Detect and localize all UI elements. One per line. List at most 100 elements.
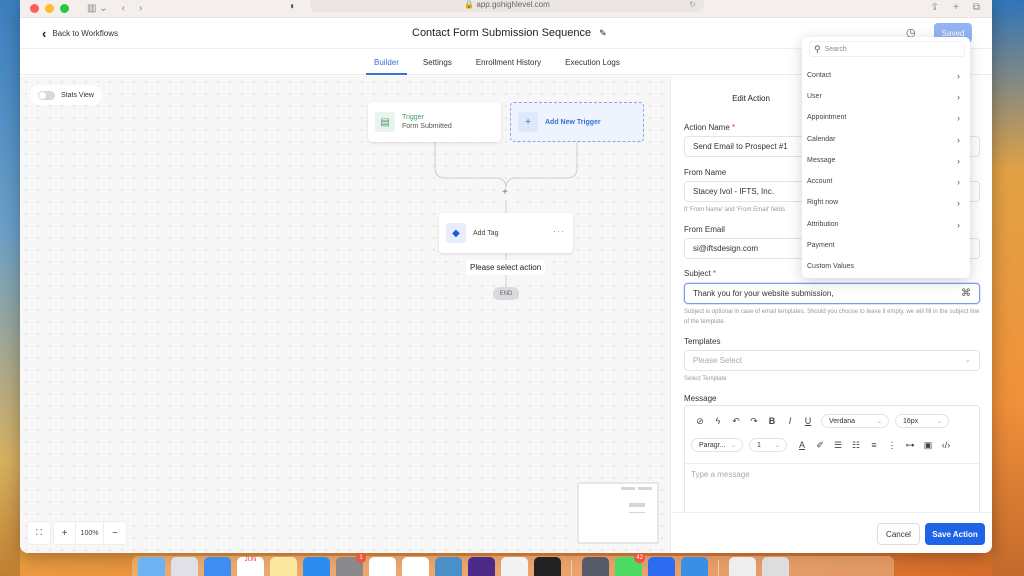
code-icon[interactable]: ‹/› xyxy=(937,440,955,450)
back-label: Back to Workflows xyxy=(52,28,118,38)
search-icon: ⚲ xyxy=(814,43,821,54)
activity-monitor-icon[interactable] xyxy=(534,557,561,576)
undo-icon[interactable]: ↶ xyxy=(727,416,745,427)
app-store-icon[interactable] xyxy=(303,557,330,576)
align-icon[interactable]: ≡ xyxy=(865,440,883,450)
menu-item-appointment[interactable]: Appointment › xyxy=(802,107,970,128)
search-placeholder: Search xyxy=(824,45,847,53)
menu-item-user[interactable]: User › xyxy=(802,86,970,107)
back-to-workflows-link[interactable]: ‹ Back to Workflows xyxy=(42,26,118,41)
close-window-button[interactable] xyxy=(30,4,39,13)
document-icon[interactable] xyxy=(729,557,756,576)
cancel-button[interactable]: Cancel xyxy=(877,523,920,545)
chevron-left-icon: ‹ xyxy=(42,25,47,41)
minimap-node xyxy=(629,503,645,507)
menu-item-custom-values[interactable]: Custom Values xyxy=(802,256,970,277)
templates-placeholder: Please Select xyxy=(693,356,742,365)
minimize-window-button[interactable] xyxy=(45,4,54,13)
menu-item-payment[interactable]: Payment xyxy=(802,235,970,256)
finder-icon[interactable] xyxy=(138,557,165,576)
underline-icon[interactable]: U xyxy=(799,416,817,426)
camera-app-icon[interactable] xyxy=(582,557,609,576)
bold-icon[interactable]: B xyxy=(763,416,781,426)
line-height-select[interactable]: 1 ⌄ xyxy=(749,438,787,452)
tab-settings[interactable]: Settings xyxy=(415,58,460,74)
maximize-window-button[interactable] xyxy=(60,4,69,13)
bullet-list-icon[interactable]: ☰ xyxy=(829,440,847,451)
tab-enrollment-history[interactable]: Enrollment History xyxy=(468,58,549,74)
calendar-icon[interactable]: JUN xyxy=(237,557,264,576)
forward-arrow-icon[interactable]: › xyxy=(139,3,142,14)
minimap-node xyxy=(638,487,652,490)
message-label: Message xyxy=(684,394,717,403)
more-options-icon[interactable]: ··· xyxy=(553,226,565,236)
trigger-node[interactable]: ▤ Trigger Form Submitted xyxy=(368,102,501,142)
back-arrow-icon[interactable]: ‹ xyxy=(122,3,125,14)
custom-value-tag-icon[interactable]: ⌘ xyxy=(961,288,971,299)
save-action-button[interactable]: Save Action xyxy=(925,523,985,545)
menu-item-contact[interactable]: Contact › xyxy=(802,65,970,86)
firefox-icon[interactable] xyxy=(468,557,495,576)
numbered-list-icon[interactable]: ☷ xyxy=(847,440,865,451)
message-body-input[interactable]: Type a message xyxy=(685,463,979,485)
add-step-plus-icon[interactable]: + xyxy=(502,187,508,198)
minimap[interactable] xyxy=(577,482,659,544)
zoom-icon[interactable] xyxy=(648,557,675,576)
italic-icon[interactable]: I xyxy=(781,416,799,426)
connector-trigger xyxy=(434,142,507,189)
custom-values-menu: ⚲ Search Contact › User › Appointment › Cal… xyxy=(802,37,970,278)
menu-item-attribution[interactable]: Attribution › xyxy=(802,214,970,235)
new-tab-icon[interactable]: + xyxy=(953,2,959,13)
font-family-select[interactable]: Verdana ⌄ xyxy=(821,414,889,428)
templates-hint: Select Template xyxy=(684,376,727,382)
menu-item-right-now[interactable]: Right now › xyxy=(802,192,970,213)
templates-select[interactable]: Please Select ⌄ xyxy=(684,350,980,371)
paragraph-select[interactable]: Paragr... ⌄ xyxy=(691,438,743,452)
zoom-in-button[interactable]: + xyxy=(54,522,76,544)
font-size-select[interactable]: 16px ⌄ xyxy=(895,414,949,428)
reload-icon[interactable]: ↻ xyxy=(689,0,696,9)
menu-item-message[interactable]: Message › xyxy=(802,150,970,171)
menu-item-calendar[interactable]: Calendar › xyxy=(802,129,970,150)
zoom-out-button[interactable]: − xyxy=(104,522,126,544)
excel-icon[interactable] xyxy=(402,557,429,576)
tag-icon[interactable]: ⊘ xyxy=(691,416,709,427)
menu-search-input[interactable]: ⚲ Search xyxy=(809,41,965,57)
share-icon[interactable]: ⇪ xyxy=(931,2,939,13)
add-new-trigger-button[interactable]: + Add New Trigger xyxy=(510,102,644,142)
tab-builder[interactable]: Builder xyxy=(366,58,407,75)
chevron-down-icon: ⌄ xyxy=(964,355,971,364)
messages-icon[interactable]: 42 xyxy=(615,553,645,576)
tab-overview-icon[interactable]: ⧉ xyxy=(973,2,980,13)
tab-execution-logs[interactable]: Execution Logs xyxy=(557,58,628,74)
templates-label: Templates xyxy=(684,337,721,346)
menu-item-account[interactable]: Account › xyxy=(802,171,970,192)
browser-toolbar: ▥ ⌄ ‹ › ◐ 🔒 app.gohighlevel.com ↻ ⇪ + ⧉ xyxy=(20,0,992,18)
launchpad-icon[interactable] xyxy=(171,557,198,576)
workflow-canvas[interactable]: Stats View ▤ Trigger Form Submitted + Ad… xyxy=(20,76,670,553)
more-vertical-icon[interactable]: ⋮ xyxy=(883,440,901,451)
subject-input[interactable]: Thank you for your website submission, ⌘ xyxy=(684,283,980,304)
fit-view-button[interactable]: ⛶ xyxy=(28,522,50,544)
safari-icon[interactable] xyxy=(204,557,231,576)
privacy-shield-icon[interactable]: ◐ xyxy=(290,1,296,12)
trash-icon[interactable] xyxy=(762,557,789,576)
notes-icon[interactable] xyxy=(270,557,297,576)
add-tag-action-node[interactable]: ◆ Add Tag ··· xyxy=(439,213,573,253)
image-icon[interactable]: ▣ xyxy=(919,440,937,451)
chrome-icon[interactable] xyxy=(501,557,528,576)
system-settings-icon[interactable]: 1 xyxy=(336,553,366,576)
edit-pencil-icon[interactable]: ✎ xyxy=(599,28,607,39)
trigger-links-icon[interactable]: ϟ xyxy=(709,416,727,426)
editor-toolbar-row-1: ⊘ ϟ ↶ ↷ B I U Verdana ⌄ 16px ⌄ xyxy=(691,411,955,431)
link-icon[interactable]: ⊶ xyxy=(901,440,919,451)
vpn-icon[interactable] xyxy=(681,557,708,576)
text-color-icon[interactable]: A xyxy=(793,440,811,450)
highlight-icon[interactable]: ✐ xyxy=(811,440,829,451)
add-trigger-label: Add New Trigger xyxy=(545,118,601,126)
redo-icon[interactable]: ↷ xyxy=(745,416,763,427)
word-icon[interactable] xyxy=(369,557,396,576)
address-bar[interactable]: 🔒 app.gohighlevel.com ↻ xyxy=(310,0,704,12)
kindle-icon[interactable] xyxy=(435,557,462,576)
sidebar-toggle-icon[interactable]: ▥ ⌄ xyxy=(87,3,108,14)
